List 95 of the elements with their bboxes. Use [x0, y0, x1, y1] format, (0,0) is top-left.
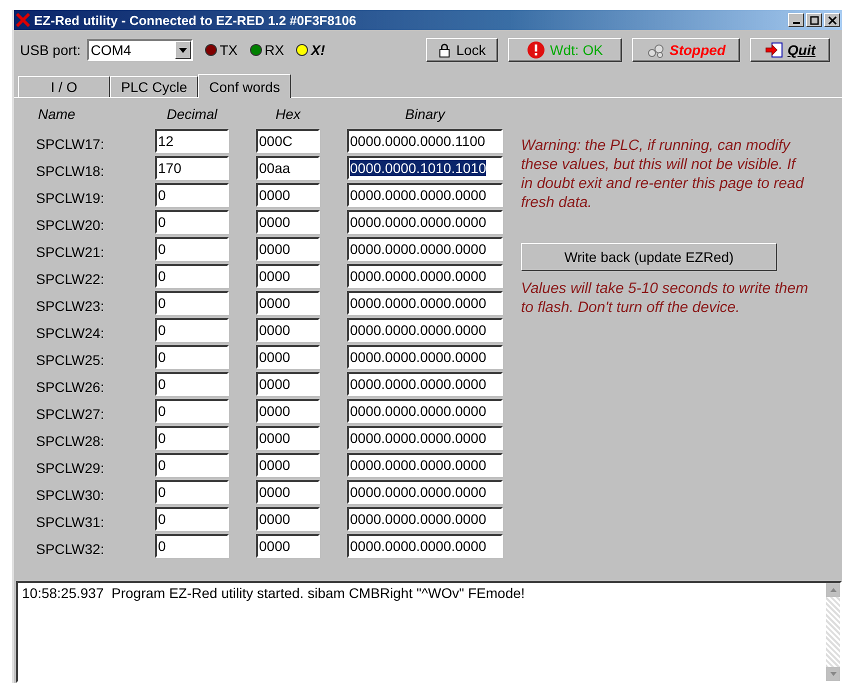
dropdown-arrow-icon — [178, 48, 187, 52]
decimal-field[interactable]: 0 — [155, 291, 229, 315]
lock-button[interactable]: Lock — [426, 38, 498, 62]
binary-field[interactable]: 0000.0000.0000.0000 — [347, 426, 503, 450]
decimal-field[interactable]: 0 — [155, 345, 229, 369]
column-header: Hex — [274, 106, 302, 124]
decimal-field[interactable]: 0 — [155, 399, 229, 423]
port-dropdown[interactable]: COM4 — [86, 39, 193, 61]
write-back-button[interactable]: Write back (update EZRed) — [521, 243, 777, 271]
decimal-field[interactable]: 12 — [155, 129, 229, 153]
decimal-field[interactable]: 170 — [155, 156, 229, 180]
binary-field[interactable]: 0000.0000.0000.0000 — [347, 291, 503, 315]
binary-field[interactable]: 0000.0000.0000.0000 — [347, 372, 503, 396]
minimize-icon — [792, 22, 800, 24]
row-name: SPCLW29: — [36, 459, 106, 476]
row-name: SPCLW19: — [36, 189, 106, 206]
row-name: SPCLW17: — [36, 135, 106, 152]
decimal-field[interactable]: 0 — [155, 210, 229, 234]
maximize-icon — [810, 16, 818, 24]
hex-field[interactable]: 0000 — [256, 507, 320, 531]
tab[interactable]: Conf words — [198, 74, 291, 98]
warning-text: Warning: the PLC, if running, can modify these values, but this will not be visible. If in doubt exit and re-enter this page to read fresh data. — [521, 136, 805, 212]
alert-icon — [527, 41, 546, 59]
hex-field[interactable]: 0000 — [256, 372, 320, 396]
decimal-field[interactable]: 0 — [155, 534, 229, 558]
row-name: SPCLW26: — [36, 378, 106, 395]
binary-field[interactable]: 0000.0000.0000.0000 — [347, 534, 503, 558]
exit-door-icon — [764, 42, 782, 58]
hex-field[interactable]: 0000 — [256, 453, 320, 477]
hex-field[interactable]: 0000 — [256, 291, 320, 315]
hex-field[interactable]: 0000 — [256, 345, 320, 369]
row-name: SPCLW32: — [36, 540, 106, 557]
minimize-button[interactable] — [788, 13, 804, 27]
row-name: SPCLW24: — [36, 324, 106, 341]
row-name: SPCLW18: — [36, 162, 106, 179]
hex-field[interactable]: 0000 — [256, 399, 320, 423]
decimal-field[interactable]: 0 — [155, 426, 229, 450]
row-name: SPCLW21: — [36, 243, 106, 260]
binary-field[interactable]: 0000.0000.0000.0000 — [347, 480, 503, 504]
binary-field[interactable]: 0000.0000.0000.0000 — [347, 345, 503, 369]
hex-field[interactable]: 0000 — [256, 237, 320, 261]
quit-button[interactable]: Quit — [750, 38, 830, 62]
indicator-label: TX — [220, 42, 238, 58]
maximize-button[interactable] — [806, 13, 822, 27]
hex-field[interactable]: 00aa — [256, 156, 320, 180]
row-name: SPCLW25: — [36, 351, 106, 368]
row-name: SPCLW23: — [36, 297, 106, 314]
column-header: Decimal — [166, 106, 218, 124]
row-name: SPCLW20: — [36, 216, 106, 233]
window-title: EZ-Red utility - Connected to EZ-RED 1.2 #0F3F8106 — [34, 12, 358, 28]
hex-field[interactable]: 0000 — [256, 183, 320, 207]
tab[interactable]: PLC Cycle — [110, 76, 198, 97]
padlock-icon — [438, 42, 452, 58]
row-name: SPCLW27: — [36, 405, 106, 422]
decimal-field[interactable]: 0 — [155, 264, 229, 288]
hex-field[interactable]: 0000 — [256, 534, 320, 558]
binary-field[interactable]: 0000.0000.1010.1010 — [347, 156, 503, 180]
row-name: SPCLW30: — [36, 486, 106, 503]
close-button[interactable] — [824, 13, 840, 27]
column-header: Binary — [404, 106, 446, 124]
tab[interactable]: I / O — [18, 76, 110, 97]
port-label: USB port: — [20, 42, 81, 58]
decimal-field[interactable]: 0 — [155, 507, 229, 531]
gears-icon — [646, 42, 664, 58]
hex-field[interactable]: 0000 — [256, 264, 320, 288]
binary-field[interactable]: 0000.0000.0000.0000 — [347, 507, 503, 531]
log-line: 10:58:25.937 Program EZ-Red utility started. sibam CMBRight "^WOv" FEmode! — [22, 585, 526, 601]
decimal-field[interactable]: 0 — [155, 372, 229, 396]
decimal-field[interactable]: 0 — [155, 318, 229, 342]
hex-field[interactable]: 0000 — [256, 480, 320, 504]
binary-field[interactable]: 0000.0000.0000.0000 — [347, 453, 503, 477]
hex-field[interactable]: 0000 — [256, 210, 320, 234]
x-logo-icon — [16, 13, 30, 27]
binary-field[interactable]: 0000.0000.0000.0000 — [347, 210, 503, 234]
binary-field[interactable]: 0000.0000.0000.0000 — [347, 318, 503, 342]
decimal-field[interactable]: 0 — [155, 453, 229, 477]
binary-field[interactable]: 0000.0000.0000.0000 — [347, 237, 503, 261]
close-icon — [828, 16, 836, 24]
hex-field[interactable]: 000C — [256, 129, 320, 153]
write-note-text: Values will take 5-10 seconds to write them to flash. Don't turn off the device. — [521, 279, 809, 317]
row-name: SPCLW22: — [36, 270, 106, 287]
row-name: SPCLW28: — [36, 432, 106, 449]
decimal-field[interactable]: 0 — [155, 237, 229, 261]
binary-field[interactable]: 0000.0000.0000.0000 — [347, 399, 503, 423]
indicator-label: RX — [264, 42, 284, 58]
decimal-field[interactable]: 0 — [155, 480, 229, 504]
binary-field[interactable]: 0000.0000.0000.0000 — [347, 264, 503, 288]
binary-field[interactable]: 0000.0000.0000.1100 — [347, 129, 503, 153]
row-name: SPCLW31: — [36, 513, 106, 530]
column-header: Name — [37, 106, 76, 124]
decimal-field[interactable]: 0 — [155, 183, 229, 207]
hex-field[interactable]: 0000 — [256, 318, 320, 342]
hex-field[interactable]: 0000 — [256, 426, 320, 450]
indicator-label: X! — [311, 42, 326, 58]
binary-field[interactable]: 0000.0000.0000.0000 — [347, 183, 503, 207]
